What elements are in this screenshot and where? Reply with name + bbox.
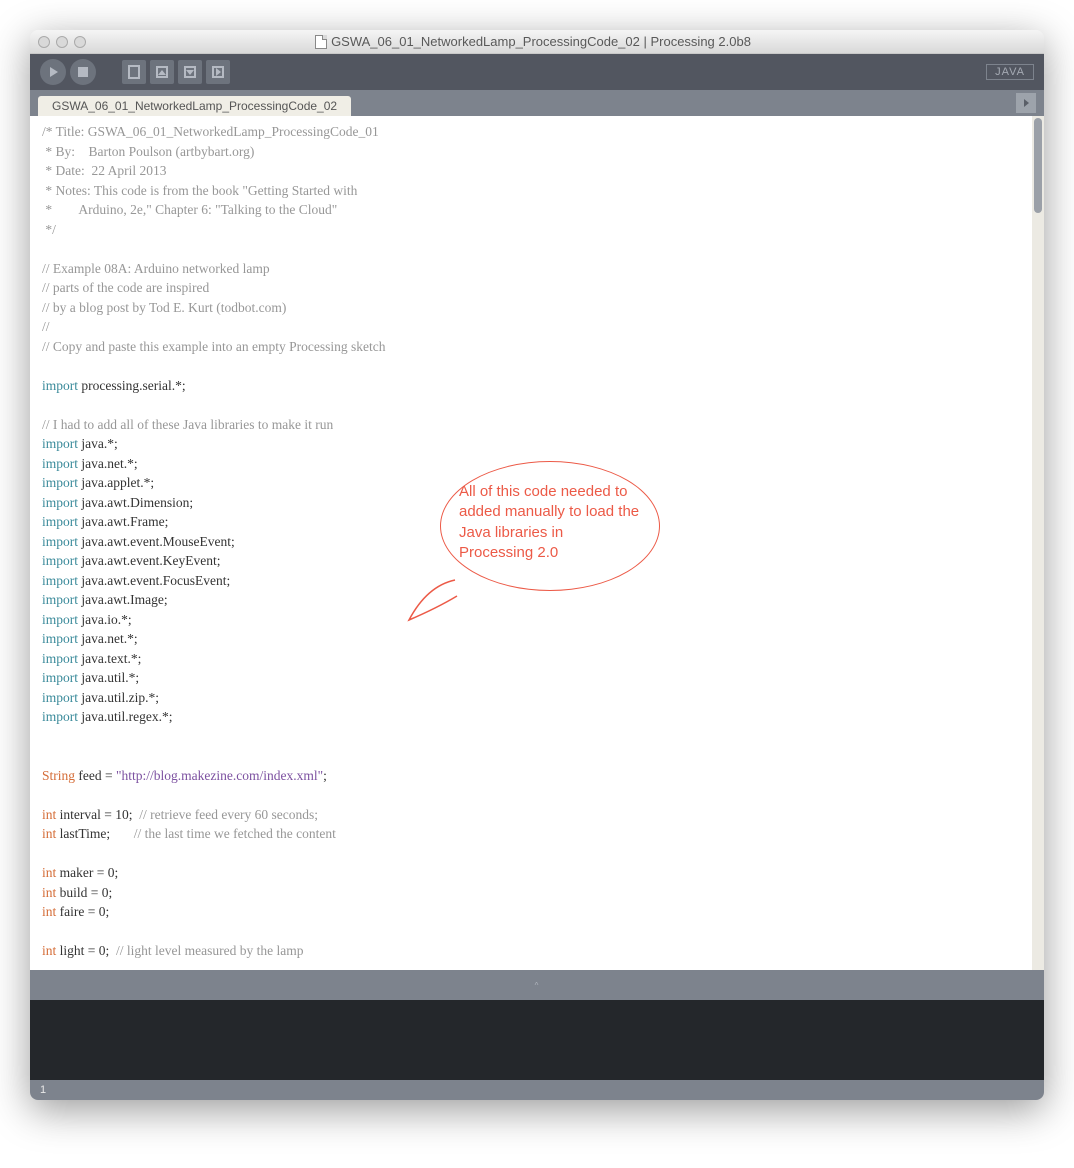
statusbar: 1	[30, 1080, 1044, 1100]
document-icon	[315, 35, 327, 49]
console[interactable]	[30, 1000, 1044, 1080]
titlebar[interactable]: GSWA_06_01_NetworkedLamp_ProcessingCode_…	[30, 30, 1044, 54]
annotation-bubble: All of this code needed to added manuall…	[440, 461, 660, 591]
new-button[interactable]	[122, 60, 146, 84]
play-icon	[50, 67, 58, 77]
tab-active[interactable]: GSWA_06_01_NetworkedLamp_ProcessingCode_…	[38, 96, 351, 116]
open-button[interactable]	[150, 60, 174, 84]
save-icon	[184, 66, 196, 78]
annotation-text: All of this code needed to added manuall…	[459, 483, 639, 561]
mode-badge[interactable]: JAVA	[986, 64, 1034, 80]
title-wrap: GSWA_06_01_NetworkedLamp_ProcessingCode_…	[86, 34, 980, 49]
resize-handle-icon[interactable]: ^	[535, 981, 540, 990]
save-button[interactable]	[178, 60, 202, 84]
message-bar[interactable]: ^	[30, 970, 1044, 1000]
minimize-button[interactable]	[56, 36, 68, 48]
scrollbar-vertical[interactable]	[1032, 116, 1044, 970]
tab-menu-button[interactable]	[1016, 93, 1036, 113]
toolbar: JAVA	[30, 54, 1044, 90]
zoom-button[interactable]	[74, 36, 86, 48]
stop-button[interactable]	[70, 59, 96, 85]
annotation-callout: All of this code needed to added manuall…	[440, 461, 710, 591]
editor: /* Title: GSWA_06_01_NetworkedLamp_Proce…	[30, 116, 1044, 970]
scroll-thumb[interactable]	[1034, 118, 1042, 213]
tabbar: GSWA_06_01_NetworkedLamp_ProcessingCode_…	[30, 90, 1044, 116]
open-icon	[156, 66, 168, 78]
close-button[interactable]	[38, 36, 50, 48]
export-icon	[212, 66, 224, 78]
stop-icon	[78, 67, 88, 77]
traffic-lights	[38, 36, 86, 48]
run-button[interactable]	[40, 59, 66, 85]
chevron-right-icon	[1024, 99, 1029, 107]
window-title: GSWA_06_01_NetworkedLamp_ProcessingCode_…	[331, 34, 751, 49]
annotation-tail	[405, 576, 460, 623]
line-number: 1	[40, 1084, 46, 1096]
export-button[interactable]	[206, 60, 230, 84]
processing-window: GSWA_06_01_NetworkedLamp_ProcessingCode_…	[30, 30, 1044, 1100]
new-icon	[128, 65, 140, 79]
